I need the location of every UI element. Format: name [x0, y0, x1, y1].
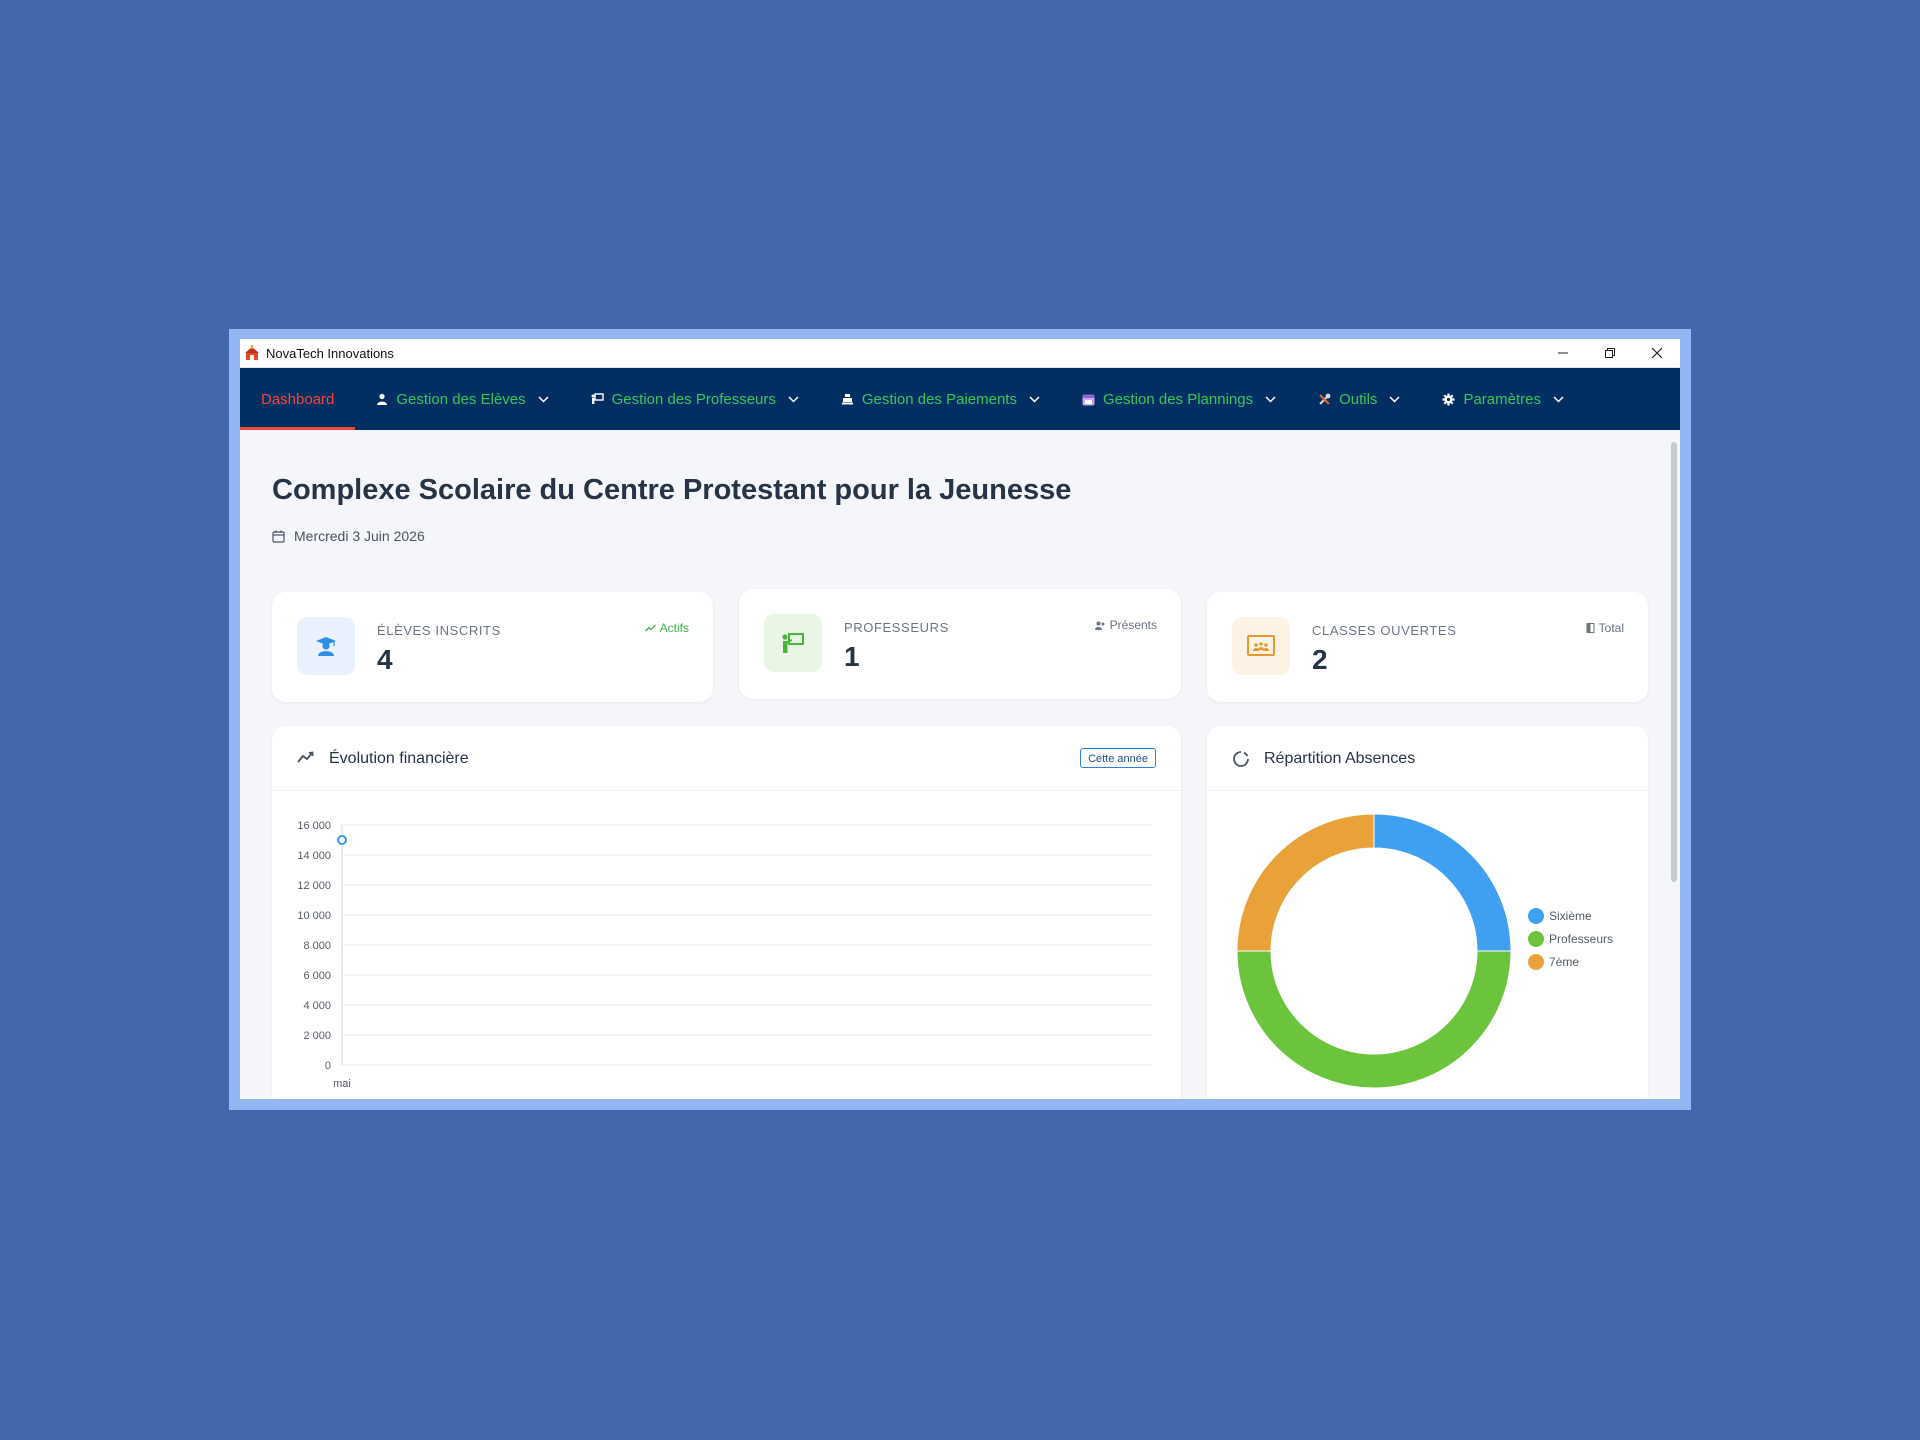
finance-line-chart: 16 000 14 000 12 000 10 000 8 000 6 000 4 000 2…	[297, 820, 1152, 1090]
legend-label: Professeurs	[1549, 932, 1613, 946]
stat-label: CLASSES OUVERTES	[1312, 623, 1457, 638]
window-controls	[1539, 339, 1680, 367]
teacher-board-icon	[764, 614, 822, 672]
panel-title: Répartition Absences	[1264, 750, 1416, 767]
current-date-text: Mercredi 3 Juin 2026	[294, 528, 425, 544]
nav-outils[interactable]: Outils	[1297, 368, 1421, 430]
student-icon	[376, 393, 388, 405]
chevron-down-icon	[1265, 395, 1276, 403]
nav-dashboard-label: Dashboard	[261, 390, 335, 408]
y-tick-label: 16 000	[297, 820, 331, 832]
chevron-down-icon	[1553, 395, 1564, 403]
panel-header: Répartition Absences	[1207, 726, 1648, 791]
nav-dashboard[interactable]: Dashboard	[240, 368, 356, 430]
stat-card-professeurs[interactable]: PROFESSEURS 1 Présents	[739, 589, 1181, 699]
teacher-board-icon	[591, 393, 604, 405]
app-logo-icon	[244, 345, 260, 361]
users-icon	[1094, 621, 1106, 630]
page-title: Complexe Scolaire du Centre Protestant p…	[272, 474, 1072, 506]
window-title: NovaTech Innovations	[266, 345, 394, 361]
stat-card-classes[interactable]: CLASSES OUVERTES 2 Total	[1207, 592, 1648, 702]
restore-button[interactable]	[1586, 339, 1633, 367]
trend-up-icon	[644, 624, 656, 632]
y-tick-label: 2 000	[303, 1030, 331, 1042]
donut-slice	[1373, 813, 1512, 952]
calendar-icon	[1082, 393, 1095, 406]
tools-icon	[1318, 393, 1331, 406]
stat-label: ÉLÈVES INSCRITS	[377, 623, 501, 638]
nav-gestion-paiements[interactable]: Gestion des Paiements	[820, 368, 1061, 430]
status-badge-label: Présents	[1109, 618, 1157, 632]
nav-outils-label: Outils	[1339, 390, 1378, 408]
scrollbar-thumb[interactable]	[1671, 442, 1677, 882]
nav-gestion-eleves-label: Gestion des Elèves	[396, 390, 526, 408]
donut-slice	[1236, 950, 1512, 1089]
nav-gestion-plannings-label: Gestion des Plannings	[1102, 390, 1254, 408]
legend-label: 7ème	[1549, 955, 1579, 969]
y-tick-label: 8 000	[303, 940, 331, 952]
spinner-icon	[1232, 750, 1250, 768]
stat-value: 2	[1312, 644, 1328, 675]
stat-value: 1	[844, 641, 860, 672]
nav-parametres-label: Paramètres	[1463, 390, 1541, 408]
panel-header: Évolution financière Cette année	[272, 726, 1181, 791]
chevron-down-icon	[788, 395, 799, 403]
chevron-down-icon	[1029, 395, 1040, 403]
dashboard-content: Complexe Scolaire du Centre Protestant p…	[240, 430, 1680, 1099]
stat-card-eleves[interactable]: ÉLÈVES INSCRITS 4 Actifs	[272, 592, 713, 702]
nav-gestion-professeurs-label: Gestion des Professeurs	[611, 390, 776, 408]
nav-gestion-paiements-label: Gestion des Paiements	[861, 390, 1017, 408]
legend-marker	[1528, 931, 1544, 947]
y-tick-label: 6 000	[303, 970, 331, 982]
minimize-icon	[1557, 352, 1568, 354]
legend-marker	[1528, 954, 1544, 970]
main-navbar: Dashboard Gestion des Elèves Gestion des…	[240, 368, 1680, 430]
chevron-down-icon	[538, 395, 549, 403]
cash-register-icon	[841, 393, 854, 405]
x-tick-label: mai	[333, 1078, 351, 1090]
line-chart-icon	[297, 750, 317, 764]
current-date: Mercredi 3 Juin 2026	[272, 528, 425, 544]
status-badge: Total	[1586, 621, 1624, 635]
y-tick-label: 12 000	[297, 880, 331, 892]
absences-donut-chart: Sixième Professeurs 7ème	[1236, 813, 1613, 1089]
classroom-icon	[1232, 617, 1290, 675]
app-window: NovaTech Innovations Dashboard Gestion d…	[240, 339, 1680, 1099]
door-icon	[1586, 623, 1595, 633]
data-point	[337, 835, 347, 845]
close-button[interactable]	[1633, 339, 1680, 367]
stat-label: PROFESSEURS	[844, 620, 949, 635]
nav-gestion-plannings[interactable]: Gestion des Plannings	[1061, 368, 1297, 430]
donut-slice	[1236, 813, 1375, 952]
vertical-scrollbar[interactable]	[1668, 430, 1680, 1099]
nav-gestion-eleves[interactable]: Gestion des Elèves	[355, 368, 569, 430]
nav-gestion-professeurs[interactable]: Gestion des Professeurs	[570, 368, 820, 430]
restore-icon	[1604, 348, 1615, 358]
finance-chart-panel: Évolution financière Cette année 16 000 1…	[272, 726, 1181, 1099]
nav-parametres[interactable]: Paramètres	[1421, 368, 1585, 430]
stat-value: 4	[377, 644, 393, 675]
status-badge-label: Total	[1598, 621, 1624, 635]
absences-chart-panel: Répartition Absences Sixième Professeurs 7…	[1207, 726, 1648, 1099]
status-badge: Actifs	[644, 621, 689, 635]
y-tick-label: 4 000	[303, 1000, 331, 1012]
student-cap-icon	[297, 617, 355, 675]
title-bar: NovaTech Innovations	[240, 339, 1680, 368]
minimize-button[interactable]	[1539, 339, 1586, 367]
y-tick-label: 0	[325, 1060, 331, 1072]
y-tick-label: 10 000	[297, 910, 331, 922]
status-badge: Présents	[1094, 618, 1157, 632]
calendar-icon	[272, 530, 285, 543]
legend-marker	[1528, 908, 1544, 924]
gear-icon	[1442, 393, 1455, 406]
y-tick-label: 14 000	[297, 850, 331, 862]
year-filter-button[interactable]: Cette année	[1080, 748, 1156, 768]
legend-label: Sixième	[1549, 909, 1592, 923]
chevron-down-icon	[1389, 395, 1400, 403]
status-badge-label: Actifs	[659, 621, 689, 635]
window-frame: NovaTech Innovations Dashboard Gestion d…	[229, 329, 1691, 1110]
close-icon	[1651, 347, 1662, 359]
panel-title: Évolution financière	[329, 750, 469, 767]
